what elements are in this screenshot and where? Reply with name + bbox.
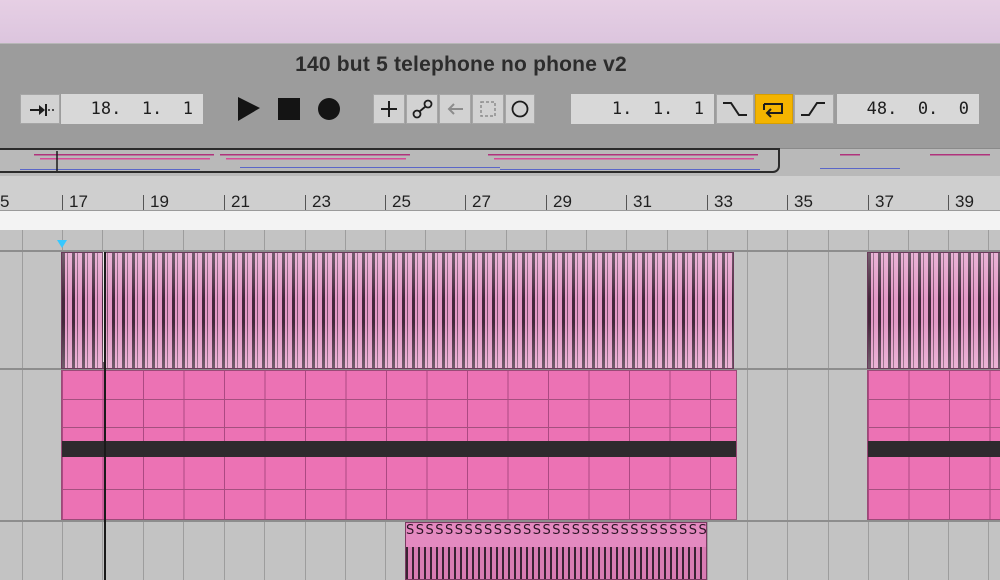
bar-number: 21 — [231, 192, 250, 211]
play-icon — [238, 97, 260, 121]
grid-line — [22, 230, 23, 580]
back-to-arrangement-button[interactable] — [439, 94, 471, 124]
punch-in-button[interactable] — [716, 94, 754, 124]
stop-icon — [278, 98, 300, 120]
loop-brace-lane[interactable] — [0, 210, 1000, 231]
note-row — [62, 399, 736, 400]
capture-icon — [480, 101, 496, 117]
record-button[interactable] — [313, 92, 345, 124]
clip-waveform — [406, 547, 706, 579]
bar-number: 39 — [955, 192, 974, 211]
follow-icon — [30, 104, 54, 116]
note-row — [62, 427, 736, 428]
punch-out-button[interactable] — [794, 94, 834, 124]
bar-tick — [224, 195, 225, 210]
bar-number: 23 — [312, 192, 331, 211]
follow-button[interactable] — [20, 94, 60, 124]
add-button[interactable] — [373, 94, 405, 124]
bar-number: 31 — [633, 192, 652, 211]
overview-view-window[interactable] — [0, 148, 780, 173]
midi-clip[interactable] — [61, 370, 737, 520]
midi-clip[interactable] — [867, 370, 1000, 520]
stop-button[interactable] — [274, 92, 306, 124]
bar-tick — [546, 195, 547, 210]
bar-tick — [707, 195, 708, 210]
note-row — [868, 427, 1000, 428]
bar-number: 19 — [150, 192, 169, 211]
arrangement-position-field[interactable]: 18. 1. 1 — [61, 94, 203, 124]
bar-tick — [305, 195, 306, 210]
loop-start-field[interactable]: 1. 1. 1 — [571, 94, 714, 124]
automation-button[interactable] — [406, 94, 438, 124]
audio-clip-short[interactable]: SSSSSSSSSSSSSSSSSSSSSSSSSSSSSSSSSSSS — [405, 522, 707, 580]
grid-line — [828, 230, 829, 580]
bar-number: 17 — [69, 192, 88, 211]
note-row — [62, 489, 736, 490]
note-row — [868, 489, 1000, 490]
playhead[interactable] — [104, 252, 106, 580]
midi-note — [868, 441, 1000, 457]
bar-tick — [62, 195, 63, 210]
bar-tick — [787, 195, 788, 210]
bar-number: 37 — [875, 192, 894, 211]
audio-clip[interactable] — [61, 252, 734, 369]
punch-in-icon — [723, 102, 747, 116]
play-button[interactable] — [232, 92, 264, 124]
note-row — [868, 399, 1000, 400]
loop-record-icon — [511, 100, 529, 118]
bar-tick — [385, 195, 386, 210]
bar-tick — [465, 195, 466, 210]
bar-tick — [143, 195, 144, 210]
audio-clip[interactable] — [867, 252, 1000, 369]
loop-switch[interactable] — [755, 94, 793, 124]
grid-line — [747, 230, 748, 580]
desktop-background — [0, 0, 1000, 43]
bar-tick — [626, 195, 627, 210]
loop-length-field[interactable]: 48. 0. 0 — [837, 94, 979, 124]
back-icon — [447, 103, 463, 115]
loop-record-button[interactable] — [505, 94, 535, 124]
add-icon — [381, 101, 397, 117]
automation-icon — [412, 99, 433, 119]
bar-number: 33 — [714, 192, 733, 211]
midi-note — [62, 441, 736, 457]
bar-number: 25 — [392, 192, 411, 211]
window-title: 140 but 5 telephone no phone v2 — [295, 53, 627, 76]
bar-number: 5 — [0, 192, 10, 211]
capture-button[interactable] — [472, 94, 504, 124]
bar-tick — [948, 195, 949, 210]
grid-line — [787, 230, 788, 580]
cue-marker[interactable] — [57, 240, 67, 248]
loop-icon — [763, 103, 783, 118]
record-icon — [318, 98, 340, 120]
bar-number: 27 — [472, 192, 491, 211]
clip-title: SSSSSSSSSSSSSSSSSSSSSSSSSSSSSSSSSSSS — [406, 523, 707, 538]
punch-out-icon — [801, 102, 825, 116]
bar-tick — [868, 195, 869, 210]
bar-number: 35 — [794, 192, 813, 211]
bar-number: 29 — [553, 192, 572, 211]
